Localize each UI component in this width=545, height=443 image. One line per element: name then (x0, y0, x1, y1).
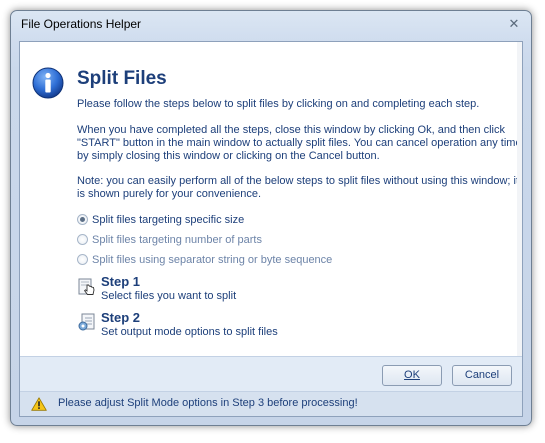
content-panel: Split Files Please follow the steps belo… (20, 42, 522, 356)
info-icon (32, 67, 64, 99)
radio-split-by-separator[interactable]: Split files using separator string or by… (77, 252, 332, 268)
radio-split-by-parts[interactable]: Split files targeting number of parts (77, 232, 262, 248)
step-1-title[interactable]: Step 1 (101, 274, 140, 289)
window-title: File Operations Helper (21, 17, 142, 31)
note-text: Note: you can easily perform all of the … (77, 175, 520, 200)
radio-button[interactable] (77, 233, 88, 245)
radio-label: Split files using separator string or by… (92, 254, 333, 266)
hand-pointer-icon (78, 278, 95, 295)
radio-split-by-size[interactable]: Split files targeting specific size (77, 212, 244, 228)
radio-label: Split files targeting specific size (92, 214, 245, 226)
title-bar[interactable]: File Operations Helper ✕ (11, 11, 531, 39)
status-bar: Please adjust Split Mode options in Step… (20, 391, 522, 416)
dialog-client-area: Split Files Please follow the steps belo… (19, 41, 523, 417)
radio-button[interactable] (77, 253, 88, 265)
step-2-description: Set output mode options to split files (101, 326, 278, 338)
radio-label: Split files targeting number of parts (92, 234, 262, 246)
step-1-description: Select files you want to split (101, 290, 237, 302)
button-bar: OK Cancel (20, 356, 522, 395)
warning-icon (31, 397, 47, 411)
cancel-button[interactable]: Cancel (452, 365, 512, 386)
detail-text: When you have completed all the steps, c… (77, 124, 522, 162)
radio-button-selected[interactable] (77, 213, 88, 225)
step-2-title[interactable]: Step 2 (101, 310, 140, 325)
close-icon[interactable]: ✕ (505, 17, 523, 33)
intro-text: Please follow the steps below to split f… (77, 98, 480, 110)
status-message: Please adjust Split Mode options in Step… (58, 397, 358, 409)
page-title: Split Files (77, 68, 167, 89)
ok-button[interactable]: OK (382, 365, 442, 386)
dialog-window: File Operations Helper ✕ Split Files Ple… (10, 10, 532, 426)
settings-document-icon (78, 313, 95, 331)
ok-button-label: OK (404, 369, 420, 381)
vertical-scrollbar[interactable] (517, 42, 522, 356)
